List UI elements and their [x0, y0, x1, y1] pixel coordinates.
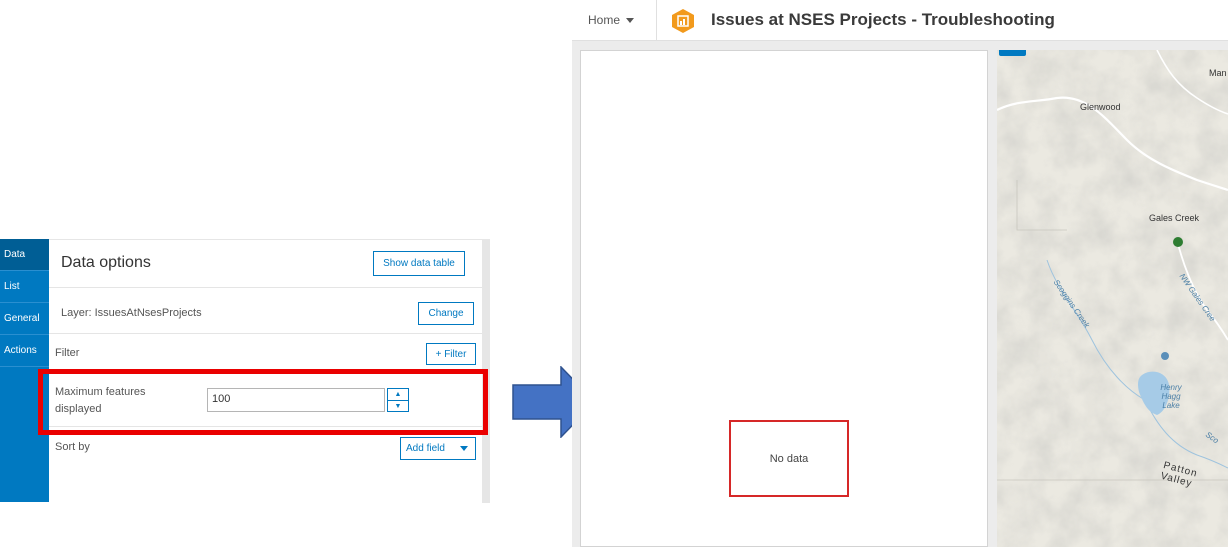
divider [49, 370, 482, 371]
divider [49, 426, 482, 427]
data-options-panel: Data options Show data table Layer: Issu… [49, 239, 490, 503]
tab-actions[interactable]: Actions [0, 335, 49, 367]
settings-tab-bar: Data List General Actions [0, 239, 49, 502]
no-data-message: No data [729, 420, 849, 497]
dashboard-header: Home Issues at NSES Projects - Troublesh… [572, 0, 1228, 41]
map-label-henry-hagg-lake: Henry Hagg Lake [1160, 383, 1182, 410]
header-divider [656, 0, 657, 40]
sort-by-label: Sort by [55, 441, 90, 453]
tab-list[interactable]: List [0, 271, 49, 303]
map-point[interactable] [1173, 237, 1183, 247]
dashboard: Home Issues at NSES Projects - Troublesh… [572, 0, 1228, 547]
dashboard-title: Issues at NSES Projects - Troubleshootin… [711, 10, 1055, 29]
map-point[interactable] [1161, 352, 1169, 360]
dashboard-logo-icon [672, 9, 694, 33]
home-menu[interactable]: Home [588, 13, 635, 27]
add-field-dropdown[interactable]: Add field [400, 437, 476, 460]
map-view[interactable]: Glenwood Man Gales Creek NW Gales Cree S… [997, 50, 1228, 547]
caret-down-icon [460, 446, 468, 451]
show-data-table-button[interactable]: Show data table [373, 251, 465, 276]
add-filter-button[interactable]: + Filter [426, 343, 476, 365]
add-field-label: Add field [406, 443, 445, 454]
list-panel: No data [580, 50, 988, 547]
divider [49, 333, 482, 334]
scrollbar[interactable] [482, 240, 490, 503]
tab-general[interactable]: General [0, 303, 49, 335]
max-features-input[interactable]: 100 [207, 388, 385, 412]
map-label-gales-creek: Gales Creek [1149, 213, 1200, 223]
filter-label: Filter [55, 347, 80, 359]
change-layer-button[interactable]: Change [418, 302, 474, 325]
max-features-stepper[interactable]: ▲ ▼ [387, 388, 409, 412]
decrement-icon[interactable]: ▼ [388, 400, 408, 412]
caret-down-icon [626, 18, 635, 24]
home-label: Home [588, 13, 621, 27]
map-label-man: Man [1209, 68, 1227, 78]
map-control-button[interactable] [999, 50, 1026, 56]
tab-data[interactable]: Data [0, 239, 49, 271]
divider [49, 287, 482, 288]
max-features-label: Maximum features displayed [55, 386, 146, 415]
map-label-glenwood: Glenwood [1080, 102, 1121, 112]
increment-icon[interactable]: ▲ [388, 389, 408, 400]
panel-title: Data options [61, 254, 151, 271]
layer-label: Layer: IssuesAtNsesProjects [61, 307, 202, 319]
